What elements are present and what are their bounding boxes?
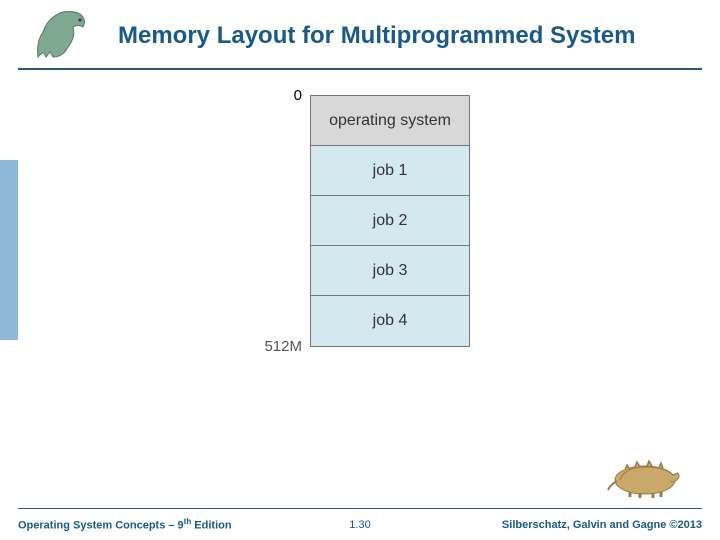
memory-segment-job: job 3 [311,246,469,296]
memory-segment-job: job 2 [311,196,469,246]
footer-book: Operating System Concepts – 9th Edition [18,517,232,532]
memory-diagram: 0 512M operating system job 1 job 2 job … [260,95,470,347]
slide-footer: Operating System Concepts – 9th Edition … [18,508,702,540]
memory-segment-job: job 1 [311,146,469,196]
footer-book-suffix: Edition [191,520,231,532]
ankylosaur-icon [605,445,690,500]
address-labels: 0 512M [260,95,310,347]
footer-page: 1.30 [349,519,370,531]
side-tab [0,160,18,340]
address-top: 0 [294,87,302,104]
footer-copyright: Silberschatz, Galvin and Gagne ©2013 [502,519,702,531]
slide-title: Memory Layout for Multiprogrammed System [118,22,635,50]
address-bottom: 512M [264,338,302,355]
slide-header: Memory Layout for Multiprogrammed System [18,0,702,70]
memory-stack: operating system job 1 job 2 job 3 job 4 [310,95,470,347]
dinosaur-icon [28,2,98,62]
memory-segment-job: job 4 [311,296,469,346]
memory-segment-os: operating system [311,96,469,146]
footer-book-prefix: Operating System Concepts – 9 [18,520,184,532]
